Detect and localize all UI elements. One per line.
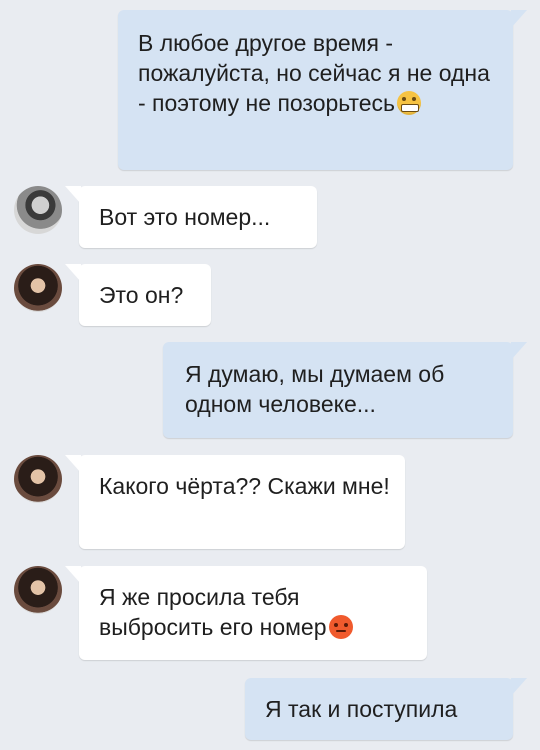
message-text: Вот это номер...	[99, 204, 271, 230]
angry-face-icon	[328, 615, 353, 639]
message-bubble-outgoing[interactable]: В любое другое время - пожалуйста, но се…	[118, 10, 527, 170]
message-text: Я думаю, мы думаем об одном человеке...	[185, 361, 445, 417]
message-bubble-incoming[interactable]: Я же просила тебя выбросить его номер	[65, 566, 427, 660]
message-text: Я так и поступила	[265, 696, 458, 722]
message-text: В любое другое время - пожалуйста, но се…	[138, 30, 490, 116]
message-text: Я же просила тебя выбросить его номер	[99, 584, 327, 640]
message-bubble-outgoing[interactable]: Я так и поступила	[245, 678, 527, 740]
avatar[interactable]	[14, 566, 62, 614]
avatar[interactable]	[14, 264, 62, 312]
chat-thread: В любое другое время - пожалуйста, но се…	[0, 0, 540, 750]
grinning-face-icon	[397, 91, 422, 115]
avatar[interactable]	[14, 186, 62, 234]
message-bubble-incoming[interactable]: Какого чёрта?? Скажи мне!	[65, 455, 405, 549]
message-bubble-incoming[interactable]: Вот это номер...	[65, 186, 317, 248]
message-bubble-outgoing[interactable]: Я думаю, мы думаем об одном человеке...	[163, 342, 527, 438]
avatar[interactable]	[14, 455, 62, 503]
message-text: Это он?	[99, 282, 184, 308]
message-text: Какого чёрта?? Скажи мне!	[99, 473, 390, 499]
message-bubble-incoming[interactable]: Это он?	[65, 264, 211, 326]
